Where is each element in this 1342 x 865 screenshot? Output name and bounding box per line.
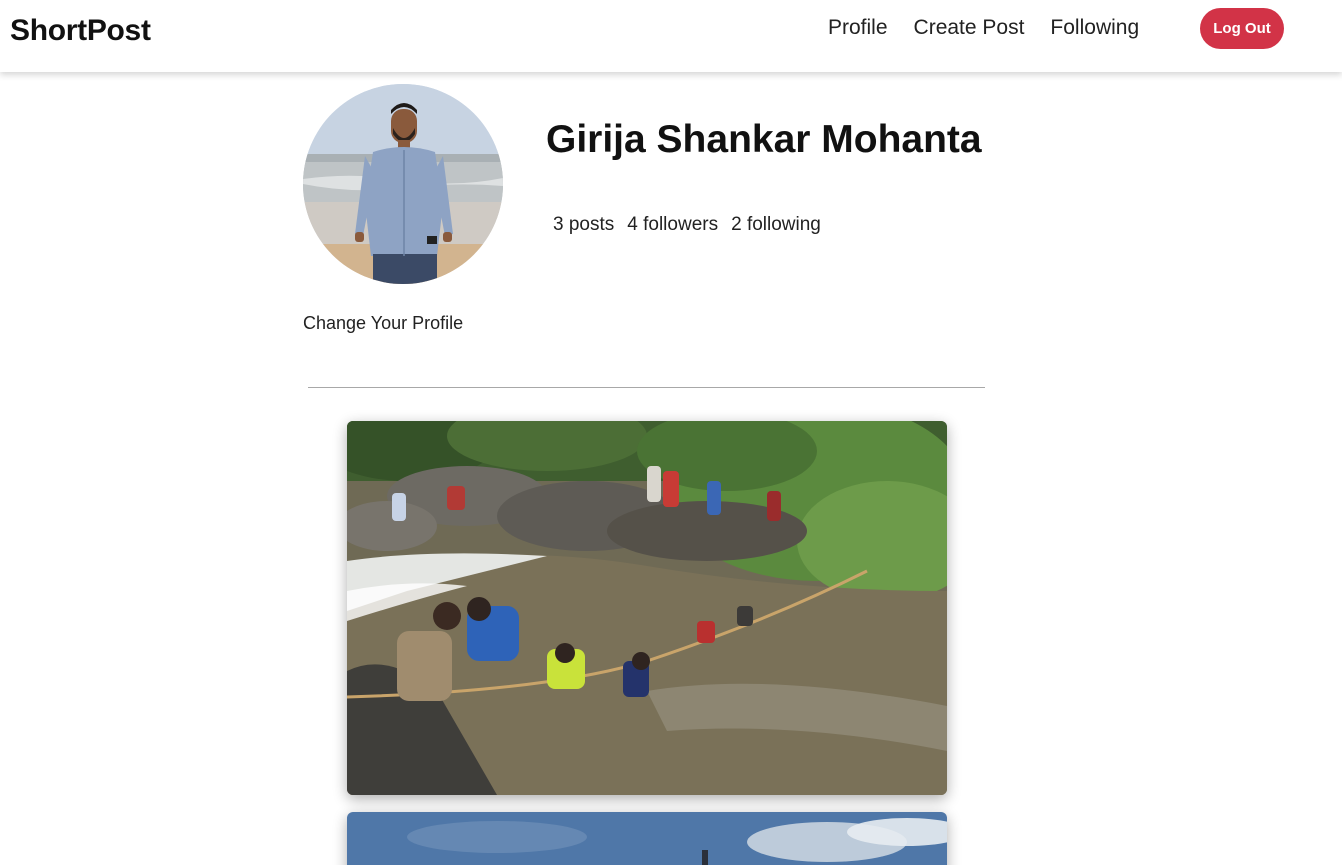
post-image[interactable] <box>347 421 947 795</box>
profile-name: Girija Shankar Mohanta <box>546 118 982 161</box>
post-image[interactable] <box>347 812 947 865</box>
change-profile-link[interactable]: Change Your Profile <box>303 313 463 334</box>
logout-button[interactable]: Log Out <box>1200 8 1284 49</box>
profile-avatar <box>303 84 503 284</box>
posts-count: 3 posts <box>553 214 615 235</box>
navbar: ShortPost Profile Create Post Following … <box>0 0 1342 72</box>
nav-link-create-post[interactable]: Create Post <box>914 16 1025 40</box>
nav-link-following[interactable]: Following <box>1050 16 1139 40</box>
nav-link-profile[interactable]: Profile <box>828 16 888 40</box>
brand-logo[interactable]: ShortPost <box>10 14 151 48</box>
following-count[interactable]: 2 following <box>731 214 821 236</box>
divider <box>308 387 985 388</box>
profile-stats: 3 posts 4 followers 2 following <box>553 214 834 236</box>
followers-count[interactable]: 4 followers <box>627 214 718 236</box>
nav-links: Profile Create Post Following <box>828 16 1165 40</box>
